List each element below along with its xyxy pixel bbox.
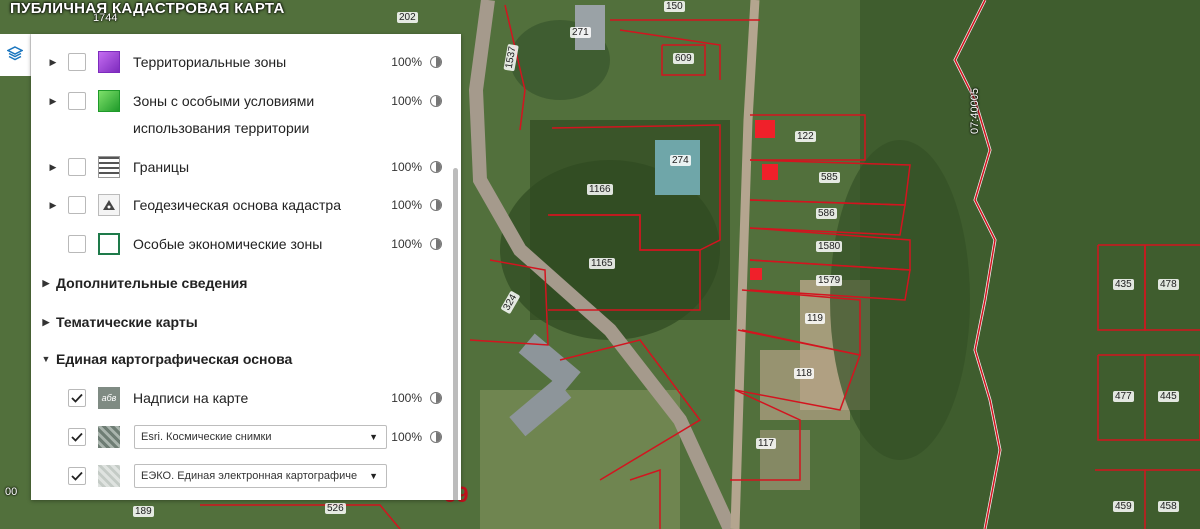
- opacity-icon[interactable]: [430, 392, 442, 404]
- layer-label: Территориальные зоны: [133, 54, 287, 70]
- map-labels-abc-icon: абв: [98, 387, 120, 409]
- section-label: Дополнительные сведения: [56, 275, 248, 291]
- plot-label: 477: [1113, 391, 1134, 402]
- plot-label: 189: [133, 506, 154, 517]
- select-value: ЕЭКО. Единая электронная картографиче: [141, 470, 358, 482]
- layer-row-map-labels: ▶ абв Надписи на карте 100%: [31, 386, 456, 410]
- layer-label-line2: использования территории: [133, 120, 310, 136]
- layer-row-boundaries: ▶ Границы 100%: [31, 155, 456, 179]
- layer-label: Геодезическая основа кадастра: [133, 197, 341, 213]
- section-label: Единая картографическая основа: [56, 351, 293, 367]
- plot-label: 435: [1113, 279, 1134, 290]
- plot-label: 118: [794, 368, 814, 379]
- layer-checkbox-checked[interactable]: [68, 428, 86, 446]
- expanded-caret-icon: ▼: [41, 354, 51, 364]
- scrollbar[interactable]: [453, 168, 458, 500]
- imagery-select[interactable]: Esri. Космические снимки ▼: [134, 425, 387, 449]
- road-label: 07:40005: [968, 88, 981, 134]
- territorial-zones-icon: [98, 51, 120, 73]
- base-map-icon: [98, 465, 120, 487]
- plot-label: 150: [664, 1, 685, 12]
- plot-label: 586: [816, 208, 837, 219]
- opacity-icon[interactable]: [430, 238, 442, 250]
- plot-label: 459: [1113, 501, 1134, 512]
- collapsed-caret-icon: ▶: [42, 277, 50, 288]
- plot-label: 274: [670, 155, 691, 166]
- opacity-value: 100%: [391, 237, 422, 251]
- layer-checkbox[interactable]: [68, 92, 86, 110]
- section-base-map[interactable]: ▼ Единая картографическая основа: [31, 350, 293, 368]
- plot-label: 122: [795, 131, 816, 142]
- layers-icon: [6, 45, 24, 66]
- expand-caret-icon[interactable]: ▶: [43, 57, 63, 68]
- collapsed-caret-icon: ▶: [42, 316, 50, 327]
- layer-label: Зоны с особыми условиями: [133, 93, 315, 109]
- plot-label: 445: [1158, 391, 1179, 402]
- layer-row-economic-zones: ▶ Особые экономические зоны 100%: [31, 232, 456, 256]
- opacity-icon[interactable]: [430, 95, 442, 107]
- layer-row-special-zones: ▶ Зоны с особыми условиями 100%: [31, 89, 456, 113]
- layer-label: Границы: [133, 159, 189, 175]
- app-title: ПУБЛИЧНАЯ КАДАСТРОВАЯ КАРТА: [10, 0, 285, 17]
- expand-caret-icon[interactable]: ▶: [43, 96, 63, 107]
- layer-checkbox-checked[interactable]: [68, 467, 86, 485]
- expand-caret-icon[interactable]: ▶: [43, 200, 63, 211]
- plot-label: 1165: [589, 258, 615, 269]
- layer-row-territorial-zones: ▶ Территориальные зоны 100%: [31, 50, 456, 74]
- opacity-value: 100%: [391, 430, 422, 444]
- opacity-icon[interactable]: [430, 199, 442, 211]
- section-additional-info[interactable]: ▶ Дополнительные сведения: [31, 274, 248, 292]
- opacity-icon[interactable]: [430, 431, 442, 443]
- plot-label: 00: [5, 486, 18, 498]
- plot-label: 119: [805, 313, 825, 324]
- layers-button[interactable]: [0, 34, 31, 76]
- layer-checkbox[interactable]: [68, 158, 86, 176]
- layer-row-geodetic: ▶ Геодезическая основа кадастра 100%: [31, 193, 456, 217]
- opacity-value: 100%: [391, 391, 422, 405]
- layers-panel: ▶ Территориальные зоны 100% ▶ Зоны с осо…: [31, 34, 461, 500]
- eeko-select[interactable]: ЕЭКО. Единая электронная картографиче ▼: [134, 464, 387, 488]
- economic-zones-icon: [98, 233, 120, 255]
- opacity-value: 100%: [391, 198, 422, 212]
- plot-label: 1166: [587, 184, 613, 195]
- layer-checkbox-checked[interactable]: [68, 389, 86, 407]
- layer-checkbox[interactable]: [68, 235, 86, 253]
- special-zones-icon: [98, 90, 120, 112]
- plot-label: 526: [325, 503, 346, 514]
- section-thematic-maps[interactable]: ▶ Тематические карты: [31, 313, 198, 331]
- plot-label: 117: [756, 438, 776, 449]
- plot-label: 585: [819, 172, 840, 183]
- select-value: Esri. Космические снимки: [141, 431, 272, 443]
- geodetic-triangle-icon: [98, 194, 120, 216]
- layer-checkbox[interactable]: [68, 53, 86, 71]
- plot-label: 458: [1158, 501, 1179, 512]
- opacity-value: 100%: [391, 94, 422, 108]
- opacity-value: 100%: [391, 160, 422, 174]
- layer-checkbox[interactable]: [68, 196, 86, 214]
- expand-caret-icon[interactable]: ▶: [43, 162, 63, 173]
- dropdown-arrow-icon: ▼: [369, 432, 378, 442]
- plot-label: 202: [397, 12, 418, 23]
- plot-label: 478: [1158, 279, 1179, 290]
- plot-label: 609: [673, 53, 694, 64]
- plot-label: 271: [570, 27, 591, 38]
- opacity-icon[interactable]: [430, 161, 442, 173]
- opacity-icon[interactable]: [430, 56, 442, 68]
- layer-label: Особые экономические зоны: [133, 236, 323, 252]
- opacity-value: 100%: [391, 55, 422, 69]
- dropdown-arrow-icon: ▼: [369, 471, 378, 481]
- plot-label: 1579: [816, 275, 843, 286]
- satellite-imagery-icon: [98, 426, 120, 448]
- plot-label: 1580: [816, 241, 843, 252]
- layer-label: Надписи на карте: [133, 390, 249, 406]
- section-label: Тематические карты: [56, 314, 198, 330]
- boundaries-icon: [98, 156, 120, 178]
